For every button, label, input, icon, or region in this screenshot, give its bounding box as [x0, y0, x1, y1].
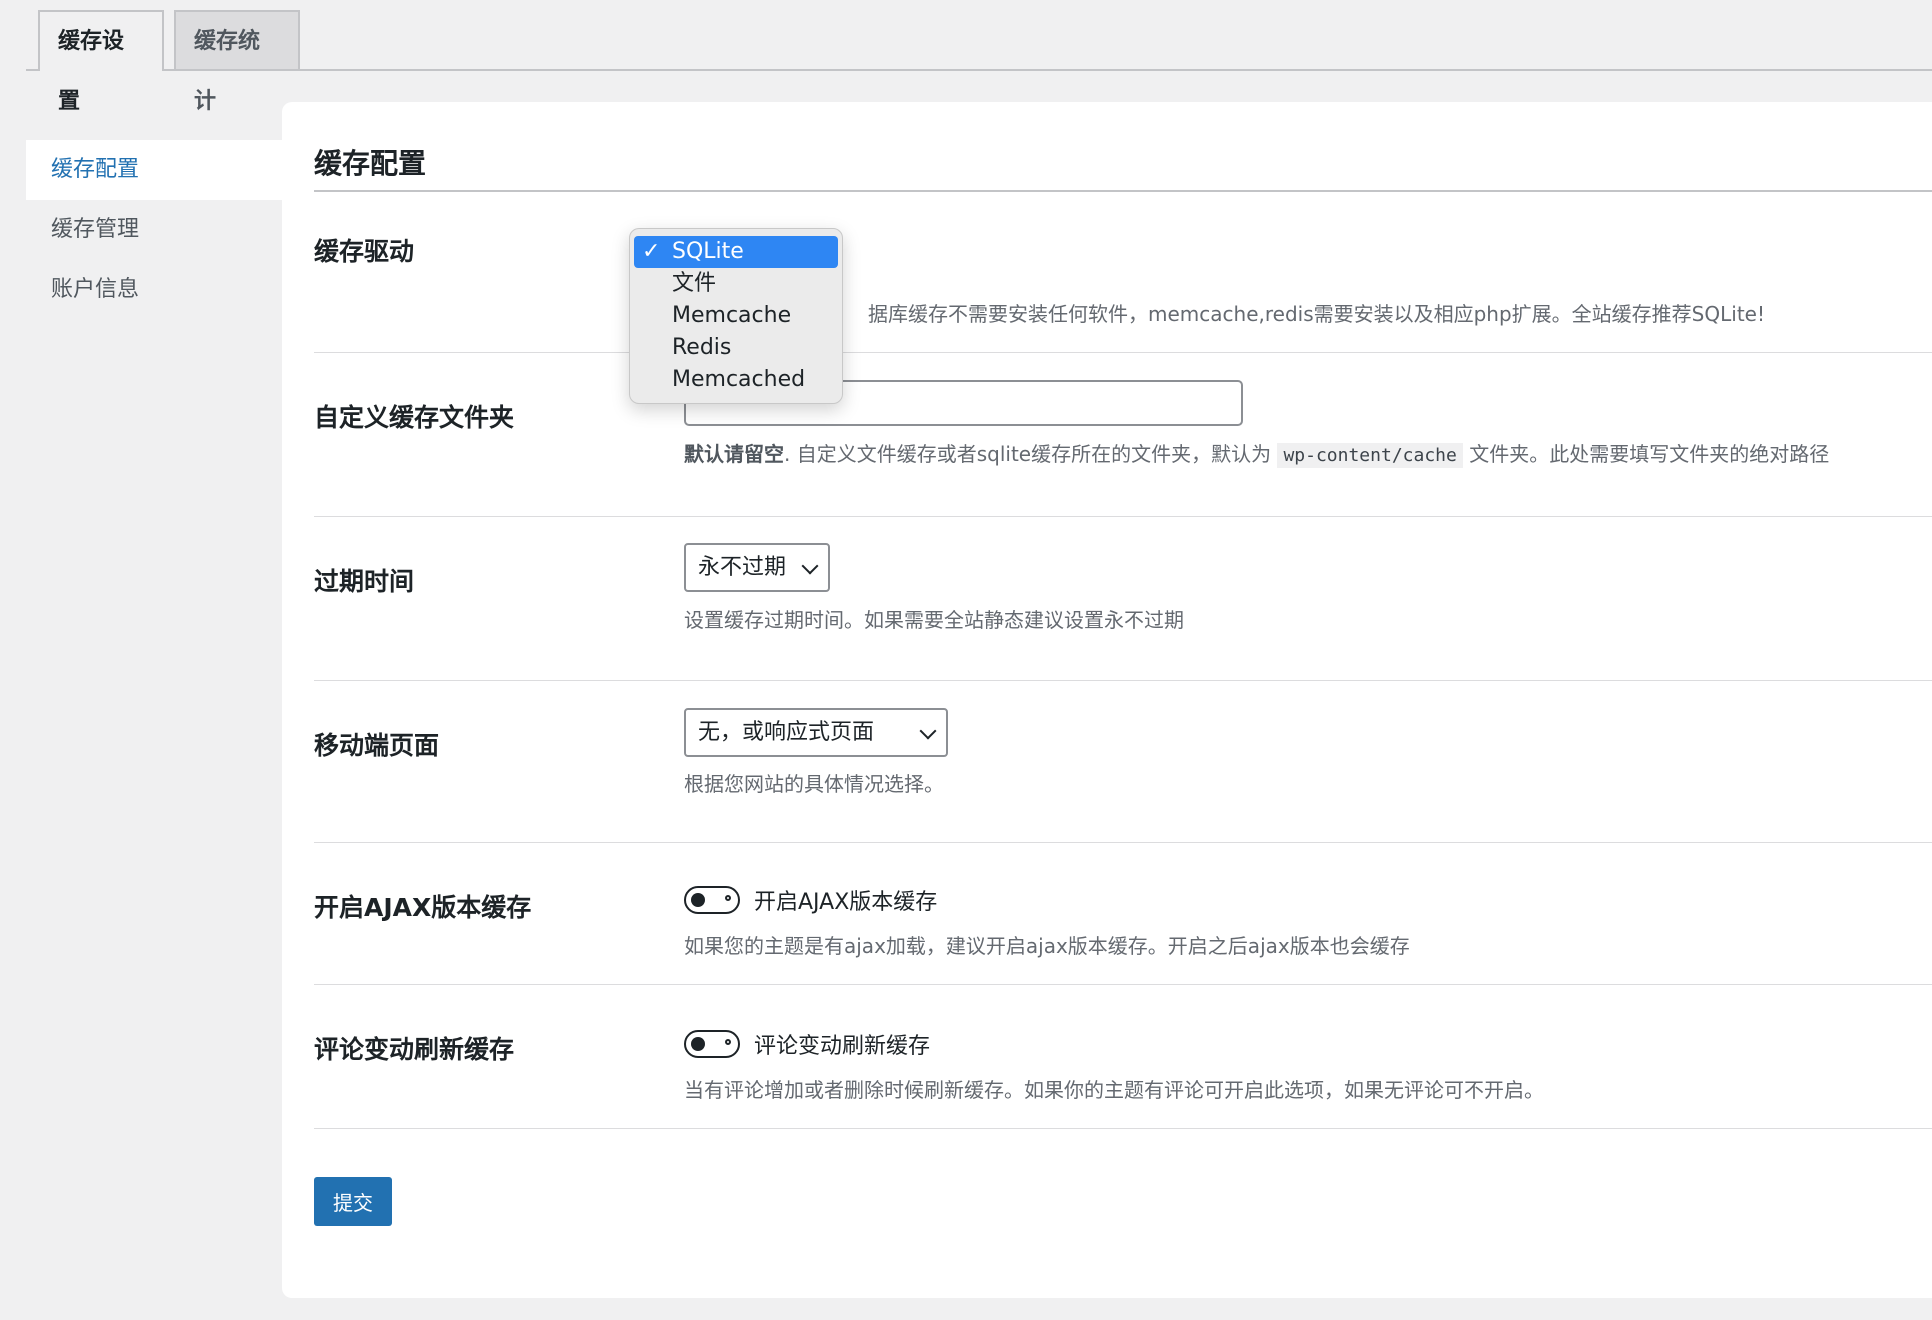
tab-cache-stats[interactable]: 缓存统计: [174, 10, 300, 114]
divider: [314, 516, 1932, 517]
chevron-down-icon: [919, 722, 937, 740]
custom-folder-label: 自定义缓存文件夹: [314, 403, 515, 432]
divider: [314, 352, 1932, 353]
dropdown-option-redis[interactable]: Redis: [634, 332, 838, 364]
cache-driver-dropdown[interactable]: ✓ SQLite 文件 Memcache Redis Memcached: [629, 228, 843, 404]
chevron-down-icon: [801, 557, 819, 575]
dropdown-option-memcache[interactable]: Memcache: [634, 300, 838, 332]
ajax-cache-toggle[interactable]: [684, 886, 740, 914]
desc-code: wp-content/cache: [1277, 443, 1463, 468]
mobile-select-value: 无，或响应式页面: [698, 720, 875, 745]
toggle-off-indicator: [725, 895, 731, 901]
toggle-off-indicator: [725, 1039, 731, 1045]
divider: [314, 984, 1932, 985]
dropdown-option-sqlite[interactable]: ✓ SQLite: [634, 236, 838, 268]
comment-refresh-description: 当有评论增加或者删除时候刷新缓存。如果你的主题有评论可开启此选项，如果无评论可不…: [684, 1078, 1544, 1102]
title-divider: [314, 190, 1932, 192]
checkmark-icon: ✓: [642, 239, 661, 264]
desc-text: . 自定义文件缓存或者sqlite缓存所在的文件夹，默认为: [784, 442, 1272, 466]
custom-folder-description: 默认请留空. 自定义文件缓存或者sqlite缓存所在的文件夹，默认为 wp-co…: [684, 438, 1830, 468]
dropdown-option-file[interactable]: 文件: [634, 268, 838, 300]
expire-select-value: 永不过期: [698, 555, 787, 580]
tab-bar: 缓存设置 缓存统计: [26, 10, 1932, 114]
comment-refresh-label: 评论变动刷新缓存: [314, 1035, 515, 1064]
option-label: SQLite: [672, 239, 744, 264]
toggle-knob: [691, 893, 705, 907]
mobile-label: 移动端页面: [314, 731, 440, 760]
settings-panel: 缓存配置 缓存驱动 据库缓存不需要安装任何软件，memcache,redis需要…: [282, 102, 1932, 1298]
sidebar-item-cache-manage[interactable]: 缓存管理: [26, 200, 282, 260]
row-cache-driver: 缓存驱动 据库缓存不需要安装任何软件，memcache,redis需要安装以及相…: [314, 232, 1932, 462]
expire-description: 设置缓存过期时间。如果需要全站静态建议设置永不过期: [684, 608, 1184, 632]
tab-cache-settings[interactable]: 缓存设置: [38, 10, 164, 114]
sidebar: 缓存配置 缓存管理 账户信息: [26, 140, 282, 320]
sidebar-item-cache-config[interactable]: 缓存配置: [26, 140, 282, 200]
desc-bold: 默认请留空: [684, 442, 784, 466]
divider: [314, 842, 1932, 843]
sidebar-item-account-info[interactable]: 账户信息: [26, 260, 282, 320]
dropdown-option-memcached[interactable]: Memcached: [634, 364, 838, 396]
cache-driver-description: 据库缓存不需要安装任何软件，memcache,redis需要安装以及相应php扩…: [868, 302, 1765, 326]
ajax-cache-label: 开启AJAX版本缓存: [314, 893, 532, 922]
comment-refresh-toggle-label[interactable]: 评论变动刷新缓存: [754, 1028, 930, 1060]
ajax-cache-toggle-label[interactable]: 开启AJAX版本缓存: [754, 884, 937, 916]
ajax-cache-description: 如果您的主题是有ajax加载，建议开启ajax版本缓存。开启之后ajax版本也会…: [684, 934, 1410, 958]
section-title: 缓存配置: [314, 147, 427, 180]
mobile-description: 根据您网站的具体情况选择。: [684, 772, 944, 796]
divider: [314, 680, 1932, 681]
expire-select[interactable]: 永不过期: [684, 543, 830, 592]
mobile-select[interactable]: 无，或响应式页面: [684, 708, 948, 757]
expire-label: 过期时间: [314, 567, 415, 596]
cache-driver-label: 缓存驱动: [314, 237, 415, 266]
desc-text: 文件夹。此处需要填写文件夹的绝对路径: [1469, 442, 1830, 466]
submit-button[interactable]: 提交: [314, 1177, 392, 1226]
toggle-knob: [691, 1037, 705, 1051]
comment-refresh-toggle[interactable]: [684, 1030, 740, 1058]
divider: [314, 1128, 1932, 1129]
